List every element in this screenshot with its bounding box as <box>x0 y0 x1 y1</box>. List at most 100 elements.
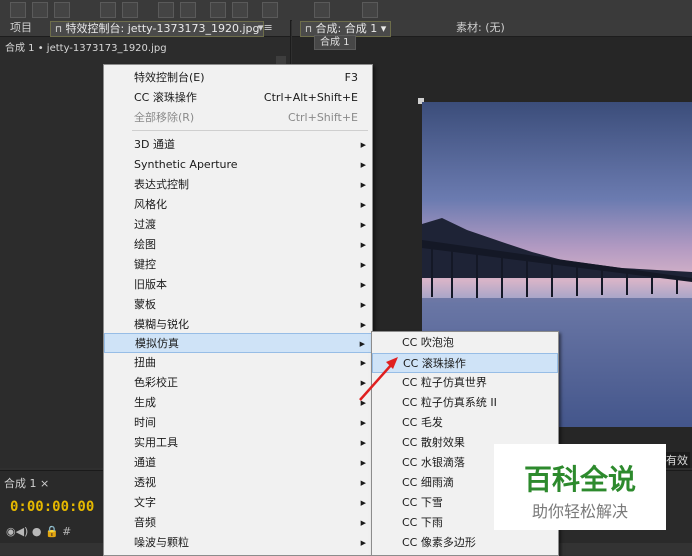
tab-footage[interactable]: 素材: (无) <box>452 21 509 35</box>
menu-item-label: 蒙板 <box>134 298 156 311</box>
menu-item-paint[interactable]: 绘图 ▶ <box>104 235 372 255</box>
menu-item-effect-controls[interactable]: 特效控制台(E) F3 <box>104 68 372 88</box>
submenu-arrow-icon: ▶ <box>360 281 366 289</box>
menu-item-label: 生成 <box>134 396 156 409</box>
menu-item-label: 扭曲 <box>134 356 156 369</box>
tab-effect-controls[interactable]: ⊓ 特效控制台: jetty-1373173_1920.jpg <box>50 21 265 37</box>
menu-item-stylize[interactable]: 风格化 ▶ <box>104 195 372 215</box>
pen-tool-icon[interactable] <box>210 2 226 18</box>
submenu-arrow-icon: ▶ <box>360 519 366 527</box>
panel-menu-icon[interactable]: ▾≡ <box>254 21 277 35</box>
menu-item-label: Synthetic Aperture <box>134 158 238 171</box>
rotate-tool-icon[interactable] <box>100 2 116 18</box>
watermark-title: 百科全说 <box>523 463 636 496</box>
submenu-arrow-icon: ▶ <box>360 141 366 149</box>
menu-item-expression-controls[interactable]: 表达式控制 ▶ <box>104 175 372 195</box>
composition-button[interactable]: 合成 1 <box>314 35 356 50</box>
menu-item-label: CC 粒子仿真系统 II <box>402 396 497 409</box>
menu-item-audio[interactable]: 音频 ▶ <box>104 513 372 533</box>
submenu-arrow-icon: ▶ <box>360 161 366 169</box>
dropdown-icon[interactable]: ▾ <box>381 22 387 35</box>
submenu-arrow-icon: ▶ <box>360 181 366 189</box>
tab-composition-label: 合成: 合成 1 <box>315 22 378 35</box>
hand-tool-icon[interactable] <box>32 2 48 18</box>
breadcrumb: 合成 1 • jetty-1373173_1920.jpg <box>5 43 167 54</box>
pan-behind-icon[interactable] <box>158 2 174 18</box>
submenu-item-cc-ball-action[interactable]: CC 滚珠操作 <box>372 353 558 373</box>
status-label: 有效 <box>664 452 690 468</box>
brush-tool-icon[interactable] <box>262 2 278 18</box>
menu-item-cc-ball-action[interactable]: CC 滚珠操作 Ctrl+Alt+Shift+E <box>104 88 372 108</box>
menu-item-matte[interactable]: 蒙板 ▶ <box>104 295 372 315</box>
menu-item-label: 模糊与锐化 <box>134 318 189 331</box>
layer-switches[interactable]: ◉◀) ● 🔒 # <box>6 525 71 538</box>
tab-project[interactable]: 项目 <box>6 21 36 35</box>
menu-item-obsolete[interactable]: 旧版本 ▶ <box>104 275 372 295</box>
submenu-item-cc-bubbles[interactable]: CC 吹泡泡 <box>372 333 558 353</box>
menu-item-label: CC 粒子仿真世界 <box>402 376 487 389</box>
menu-item-blur-sharpen[interactable]: 模糊与锐化 ▶ <box>104 315 372 335</box>
tab-timeline[interactable]: 合成 1 × <box>4 475 49 491</box>
submenu-item-cc-particle-systems-ii[interactable]: CC 粒子仿真系统 II <box>372 393 558 413</box>
menu-item-label: CC 下雪 <box>402 496 443 509</box>
menu-item-label: CC 毛发 <box>402 416 443 429</box>
menu-item-label: 旧版本 <box>134 278 167 291</box>
submenu-item-cc-pixel-polly[interactable]: CC 像素多边形 <box>372 533 558 553</box>
submenu-arrow-icon: ▶ <box>359 340 365 348</box>
menu-item-time[interactable]: 时间 ▶ <box>104 413 372 433</box>
submenu-item-cc-hair[interactable]: CC 毛发 <box>372 413 558 433</box>
menu-separator <box>132 130 368 131</box>
menu-item-label: CC 滚珠操作 <box>403 357 466 370</box>
clone-stamp-icon[interactable] <box>314 2 330 18</box>
menu-item-3d-channel[interactable]: 3D 通道 ▶ <box>104 135 372 155</box>
menu-item-label: 键控 <box>134 258 156 271</box>
tab-effect-controls-label: 特效控制台: jetty-1373173_1920.jpg <box>65 22 260 35</box>
mask-tool-icon[interactable] <box>180 2 196 18</box>
menu-item-distort[interactable]: 扭曲 ▶ <box>104 353 372 373</box>
zoom-tool-icon[interactable] <box>54 2 70 18</box>
menu-item-channel[interactable]: 通道 ▶ <box>104 453 372 473</box>
lock-icon[interactable]: ⊓ <box>305 25 312 35</box>
submenu-arrow-icon: ▶ <box>360 379 366 387</box>
lock-icon[interactable]: ⊓ <box>55 25 62 35</box>
submenu-arrow-icon: ▶ <box>360 479 366 487</box>
menu-item-label: CC 像素多边形 <box>402 536 476 549</box>
submenu-arrow-icon: ▶ <box>360 399 366 407</box>
submenu-arrow-icon: ▶ <box>360 261 366 269</box>
menu-item-label: CC 散射效果 <box>402 436 465 449</box>
menu-item-text[interactable]: 文字 ▶ <box>104 493 372 513</box>
menu-item-perspective[interactable]: 透视 ▶ <box>104 473 372 493</box>
camera-tool-icon[interactable] <box>122 2 138 18</box>
menu-item-keying[interactable]: 键控 ▶ <box>104 255 372 275</box>
menu-item-simulation[interactable]: 模拟仿真 ▶ <box>104 333 372 353</box>
menu-item-label: 时间 <box>134 416 156 429</box>
eraser-tool-icon[interactable] <box>362 2 378 18</box>
menu-item-remove-all[interactable]: 全部移除(R) Ctrl+Shift+E <box>104 108 372 128</box>
menu-item-noise-grain[interactable]: 噪波与颗粒 ▶ <box>104 533 372 553</box>
submenu-arrow-icon: ▶ <box>360 439 366 447</box>
menu-item-label: 透视 <box>134 476 156 489</box>
menu-item-label: 通道 <box>134 456 156 469</box>
menu-item-label: 音频 <box>134 516 156 529</box>
menu-item-generate[interactable]: 生成 ▶ <box>104 393 372 413</box>
submenu-item-cc-particle-world[interactable]: CC 粒子仿真世界 <box>372 373 558 393</box>
timecode[interactable]: 0:00:00:00 <box>10 499 94 515</box>
watermark-subtitle: 助你轻松解决 <box>531 502 628 521</box>
menu-item-label: 噪波与颗粒 <box>134 536 189 549</box>
menu-item-label: 特效控制台(E) <box>134 71 205 84</box>
menu-item-shortcut: Ctrl+Shift+E <box>288 111 358 124</box>
menu-item-label: 模拟仿真 <box>135 337 179 350</box>
selection-tool-icon[interactable] <box>10 2 26 18</box>
tools-toolbar <box>0 0 692 21</box>
submenu-arrow-icon: ▶ <box>360 499 366 507</box>
submenu-arrow-icon: ▶ <box>360 221 366 229</box>
menu-item-synthetic-aperture[interactable]: Synthetic Aperture ▶ <box>104 155 372 175</box>
text-tool-icon[interactable] <box>232 2 248 18</box>
menu-item-shortcut: F3 <box>344 71 358 84</box>
menu-item-color-correction[interactable]: 色彩校正 ▶ <box>104 373 372 393</box>
menu-item-utility[interactable]: 实用工具 ▶ <box>104 433 372 453</box>
submenu-arrow-icon: ▶ <box>360 539 366 547</box>
menu-item-label: CC 细雨滴 <box>402 476 454 489</box>
menu-item-transition[interactable]: 过渡 ▶ <box>104 215 372 235</box>
submenu-arrow-icon: ▶ <box>360 241 366 249</box>
